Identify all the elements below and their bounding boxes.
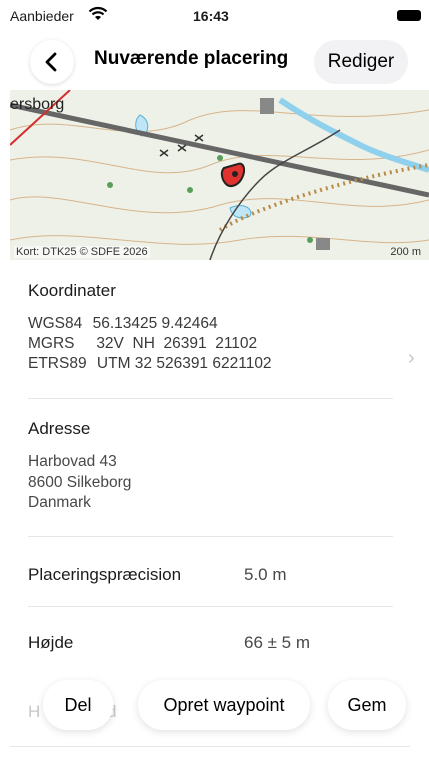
coordinate-value: 32V NH 26391 21102 <box>96 335 258 352</box>
action-bar: Del Opret waypoint Gem <box>0 680 429 734</box>
divider <box>28 606 393 607</box>
map-place-label: ersborg <box>10 96 65 113</box>
nav-header: Nuværende placering Rediger <box>0 30 429 90</box>
coordinate-row-wgs84: WGS84 56.13425 9.42464 <box>28 314 272 334</box>
chevron-left-icon <box>45 52 57 72</box>
back-button[interactable] <box>30 40 74 84</box>
coordinate-system: ETRS89 <box>28 355 87 372</box>
precision-value: 5.0 m <box>244 565 287 584</box>
coordinate-row-etrs89: ETRS89 UTM 32 526391 6221102 <box>28 354 272 374</box>
address-title: Adresse <box>28 419 91 438</box>
map-scale: 200 m <box>390 246 421 258</box>
coordinates-title: Koordinater <box>28 281 116 300</box>
precision-label: Placeringspræcision <box>28 565 182 584</box>
divider <box>28 398 393 399</box>
address-block: Harbovad 43 8600 Silkeborg Danmark <box>28 452 131 514</box>
coordinates-block[interactable]: WGS84 56.13425 9.42464 MGRS 32V NH 26391… <box>28 314 272 374</box>
map-image <box>10 90 429 260</box>
page-title: Nuværende placering <box>94 48 289 69</box>
coordinate-system: MGRS <box>28 335 75 352</box>
wifi-icon <box>88 6 108 20</box>
status-time: 16:43 <box>193 8 229 24</box>
altitude-label: Højde <box>28 633 74 652</box>
map-credit: Kort: DTK25 © SDFE 2026 <box>14 246 150 258</box>
coordinate-system: WGS84 <box>28 315 83 332</box>
address-line: Harbovad 43 <box>28 453 117 470</box>
map-view[interactable]: ersborg Kort: DTK25 © SDFE 2026 200 m <box>10 90 429 260</box>
coordinate-value: 56.13425 9.42464 <box>92 315 218 332</box>
edit-button[interactable]: Rediger <box>314 40 408 84</box>
status-bar: Aanbieder 16:43 <box>0 0 429 30</box>
divider <box>28 536 393 537</box>
coordinate-row-mgrs: MGRS 32V NH 26391 21102 <box>28 334 272 354</box>
coordinate-value: UTM 32 526391 6221102 <box>96 355 272 372</box>
share-button[interactable]: Del <box>43 680 113 730</box>
altitude-value: 66 ± 5 m <box>244 633 311 652</box>
chevron-right-icon: › <box>408 347 415 369</box>
save-button[interactable]: Gem <box>328 680 406 730</box>
battery-icon <box>397 10 421 21</box>
address-line: 8600 Silkeborg <box>28 473 132 491</box>
divider <box>10 746 410 747</box>
address-line: Danmark <box>28 494 91 511</box>
create-waypoint-button[interactable]: Opret waypoint <box>138 680 310 730</box>
carrier-label: Aanbieder <box>10 8 74 24</box>
